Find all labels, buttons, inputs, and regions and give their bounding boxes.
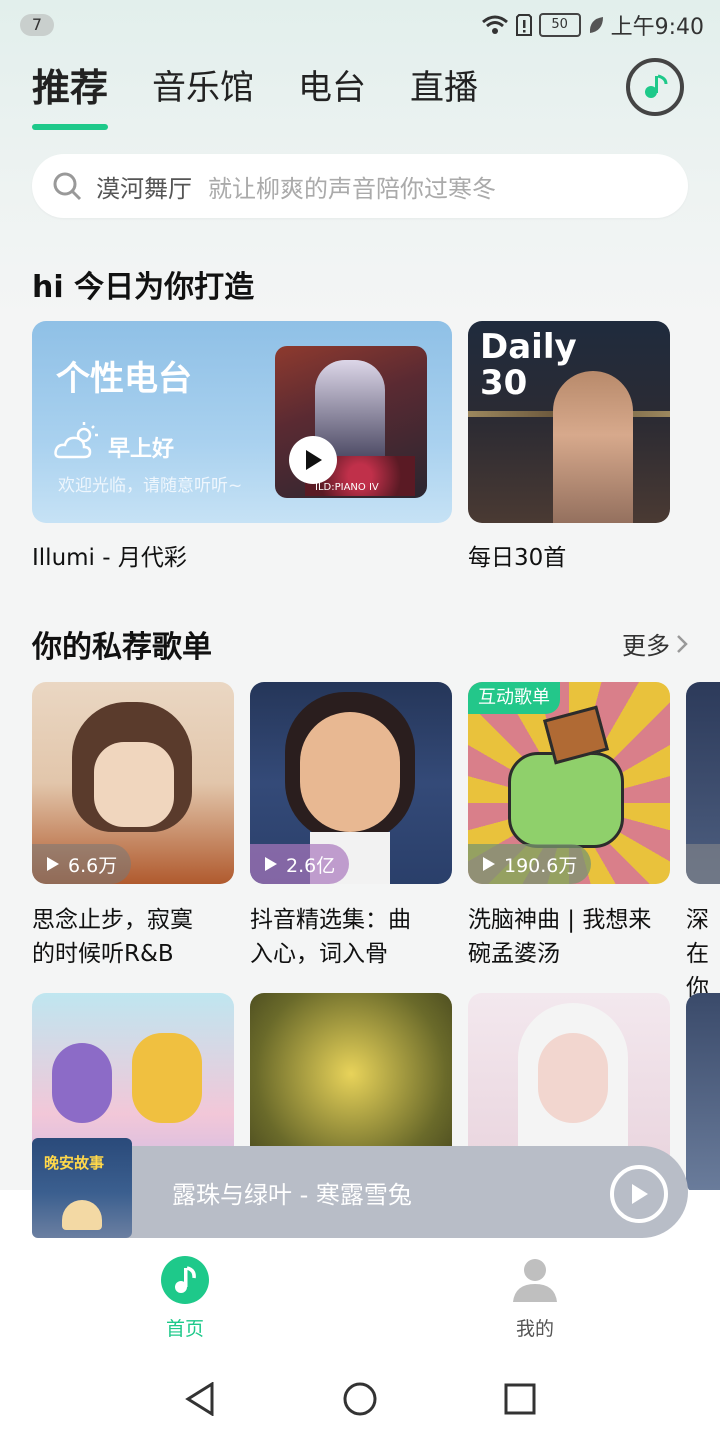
play-icon bbox=[632, 1184, 648, 1204]
notification-count-badge: 7 bbox=[20, 14, 54, 36]
clock: 上午9:40 bbox=[610, 15, 704, 40]
search-icon bbox=[53, 172, 82, 201]
top-tabs: 推荐 音乐馆 电台 直播 bbox=[32, 62, 478, 130]
chevron-right-icon bbox=[677, 634, 688, 653]
mini-player-play-button[interactable] bbox=[610, 1165, 668, 1223]
battery-indicator: 50 bbox=[538, 13, 581, 37]
playlists-section-title: 你的私荐歌单 bbox=[32, 630, 212, 665]
tab-radio[interactable]: 电台 bbox=[298, 62, 366, 122]
play-icon bbox=[483, 857, 495, 871]
tab-music-hall[interactable]: 音乐馆 bbox=[152, 62, 254, 122]
today-section-title: hi 今日为你打造 bbox=[32, 270, 255, 305]
radio-caption[interactable]: Illumi - 月代彩 bbox=[32, 538, 187, 572]
personal-radio-card[interactable]: 个性电台 早上好 欢迎光临，请随意听听~ ILD:PIANO IV bbox=[32, 321, 452, 523]
playlist-card-1[interactable]: 6.6万 bbox=[32, 682, 234, 884]
play-count-badge: 190.6万 bbox=[468, 844, 592, 884]
nav-home[interactable]: 首页 bbox=[125, 1256, 245, 1341]
play-icon bbox=[47, 857, 59, 871]
play-count-badge: 2.6亿 bbox=[250, 844, 350, 884]
radio-album-art: ILD:PIANO IV bbox=[275, 346, 427, 498]
play-icon bbox=[265, 857, 277, 871]
search-hint-keyword: 漠河舞厅 bbox=[96, 174, 192, 203]
nav-home-label: 首页 bbox=[165, 1318, 204, 1340]
playlist-title-2[interactable]: 抖音精选集：曲 入心，词入骨 bbox=[250, 903, 455, 971]
user-icon bbox=[513, 1259, 557, 1302]
welcome-text: 欢迎光临，请随意听听~ bbox=[58, 476, 243, 496]
radio-play-button[interactable] bbox=[289, 436, 337, 484]
interactive-playlist-tag: 互动歌单 bbox=[468, 682, 560, 714]
playlist-title-3[interactable]: 洗脑神曲 | 我想来 碗孟婆汤 bbox=[468, 903, 673, 971]
playlist-card-4[interactable] bbox=[686, 682, 720, 884]
nav-mine-label: 我的 bbox=[515, 1318, 554, 1340]
playlist-title-1[interactable]: 思念止步，寂寞 的时候听R&B bbox=[32, 903, 237, 971]
greeting-text: 早上好 bbox=[108, 437, 175, 462]
mini-cover-text: 晚安故事 bbox=[44, 1154, 105, 1172]
status-bar: 7 50 上午9:40 bbox=[0, 0, 720, 50]
recents-icon[interactable] bbox=[504, 1383, 536, 1415]
daily-30-caption[interactable]: 每日30首 bbox=[468, 538, 566, 572]
play-icon bbox=[306, 450, 322, 470]
more-label: 更多 bbox=[622, 632, 670, 660]
daily-30-card[interactable]: Daily 30 bbox=[468, 321, 670, 523]
search-bar[interactable]: 漠河舞厅 就让柳爽的声音陪你过寒冬 bbox=[32, 154, 688, 218]
music-note-icon bbox=[645, 74, 668, 98]
playlist-card-8[interactable] bbox=[686, 993, 720, 1195]
playlist-card-2[interactable]: 2.6亿 bbox=[250, 682, 452, 884]
mini-player-title: 露珠与绿叶 - 寒露雪兔 bbox=[172, 1181, 412, 1209]
wifi-icon bbox=[481, 15, 508, 34]
leaf-icon bbox=[589, 17, 603, 33]
system-nav-bar bbox=[0, 1350, 720, 1440]
sim-alert-icon bbox=[515, 14, 532, 36]
mini-player-cover[interactable]: 晚安故事 bbox=[32, 1138, 132, 1238]
home-music-icon bbox=[161, 1256, 209, 1304]
play-count-badge: 6.6万 bbox=[32, 844, 132, 884]
playlist-card-3[interactable]: 互动歌单 190.6万 bbox=[468, 682, 670, 884]
home-circle-icon[interactable] bbox=[343, 1382, 377, 1416]
back-icon[interactable] bbox=[184, 1382, 216, 1416]
search-placeholder: 就让柳爽的声音陪你过寒冬 bbox=[208, 174, 496, 203]
album-art-text: ILD:PIANO IV bbox=[315, 482, 379, 493]
music-recognition-button[interactable] bbox=[626, 58, 684, 116]
nav-mine[interactable]: 我的 bbox=[475, 1256, 595, 1341]
weather-icon bbox=[54, 422, 98, 459]
radio-title: 个性电台 bbox=[56, 359, 192, 399]
more-link[interactable]: 更多 bbox=[622, 626, 688, 661]
tab-live[interactable]: 直播 bbox=[410, 62, 478, 122]
tab-recommend[interactable]: 推荐 bbox=[32, 62, 109, 130]
